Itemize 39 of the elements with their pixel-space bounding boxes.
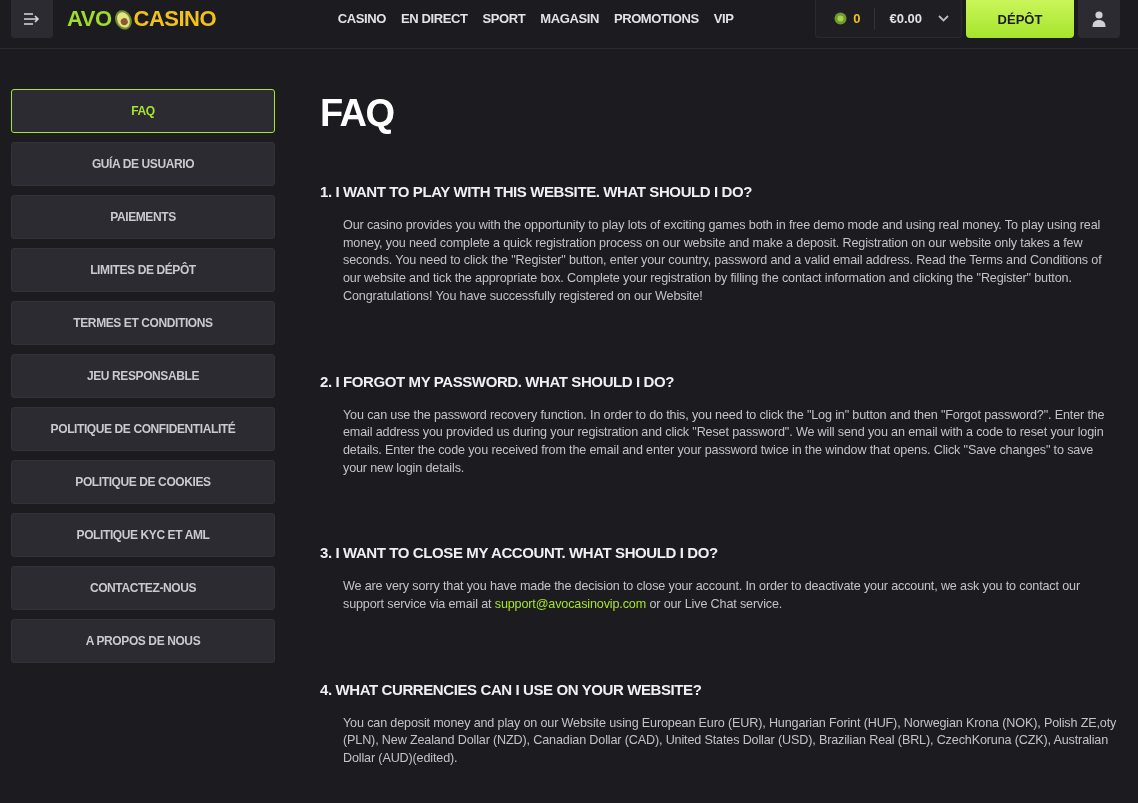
user-icon [1092, 11, 1106, 27]
answer-text: Our casino provides you with the opportunity to play lots of exciting games both in free demo mode and using real money. To play using real money, you need complete a quick registration process on our website and make a deposit. Registration on our website only takes a few seconds. You need to click the "Register" button, enter your country, password and a valid email address. Read the Terms and Conditions of our website and tick the appropriate box. Complete your registration by filling the contact information and clicking the "Register" button. Congratulations! You have successfully registered on our Website! [343, 217, 1103, 305]
logo-text: CASINO [133, 6, 217, 32]
nav-link[interactable]: PROMOTIONS [613, 10, 699, 26]
question-heading: 3. I WANT TO CLOSE MY ACCOUNT. WHAT SHOULD I DO? [320, 543, 719, 564]
question-heading: 4. WHAT CURRENCIES CAN I USE ON YOUR WEBSITE? [320, 679, 703, 700]
sidebar-item[interactable]: POLITIQUE DE CONFIDENTIALITÉ [11, 407, 275, 451]
balance-amount: €0.00 [889, 11, 922, 26]
coin-count: 0 [853, 11, 861, 26]
page-title: FAQ [320, 91, 395, 135]
deposit-button[interactable]: DÉPÔT [966, 0, 1074, 38]
sidebar-item[interactable]: PAIEMENTS [11, 195, 275, 239]
sidebar-item[interactable]: A PROPOS DE NOUS [11, 619, 275, 663]
menu-icon [23, 12, 41, 26]
nav-link[interactable]: CASINO [337, 10, 386, 26]
email-link[interactable]: support@avocasinovip.com [494, 597, 647, 612]
balance-panel[interactable]: 0 €0.00 [815, 0, 962, 38]
answer-text: You can deposit money and play on our Website using European Euro (EUR), Hungarian Forint (HUF), Norwegian Krona (NOK), Polish ZE,oty (PLN), New Zealand Dollar (NZD), Canadian Dollar (CAD), United States Dollar (USD), Brazilian Real (BRL), CzechKoruna (CZK), Australian Dollar (AUD)(edited). [343, 714, 1118, 768]
logo-text: AVO [67, 6, 112, 32]
account-button[interactable] [1078, 0, 1120, 38]
nav-link[interactable]: SPORT [482, 10, 526, 26]
menu-button[interactable] [11, 0, 53, 38]
nav-link[interactable]: EN DIRECT [401, 10, 468, 26]
coin-icon [834, 12, 848, 25]
question-heading: 2. I FORGOT MY PASSWORD. WHAT SHOULD I DO? [320, 371, 676, 392]
sidebar-item[interactable]: GUÍA DE USUARIO [11, 142, 275, 186]
sidebar-item[interactable]: CONTACTEZ-NOUS [11, 566, 275, 610]
sidebar-item[interactable]: POLITIQUE DE COOKIES [11, 460, 275, 504]
answer-text: We are very sorry that you have made the decision to close your account. In order to deactivate your account, we ask you to contact our support service via email at support@avocasinovip.com or our Live Chat service. [343, 578, 1081, 614]
sidebar-item[interactable]: LIMITES DE DÉPÔT [11, 248, 275, 292]
nav-link[interactable]: MAGASIN [540, 10, 599, 26]
sidebar-item[interactable]: JEU RESPONSABLE [11, 354, 275, 398]
nav-link[interactable]: VIP [713, 10, 734, 26]
sidebar-item[interactable]: FAQ [11, 89, 275, 133]
chevron-down-icon [938, 15, 949, 22]
sidebar-item[interactable]: POLITIQUE KYC ET AML [11, 513, 275, 557]
question-heading: 1. I WANT TO PLAY WITH THIS WEBSITE. WHAT SHOULD I DO? [320, 182, 754, 202]
answer-text: You can use the password recovery function. In order to do this, you need to click the "Log in" button and then "Forgot password?". Enter the email address you provided us during your registration and click "Reset password". We will send you an email with a code to reset your login details. Enter the code you received from the email and enter your password twice in the window that opens. Click "Save changes" to save your new login details. [343, 406, 1106, 477]
sidebar-item[interactable]: TERMES ET CONDITIONS [11, 301, 275, 345]
